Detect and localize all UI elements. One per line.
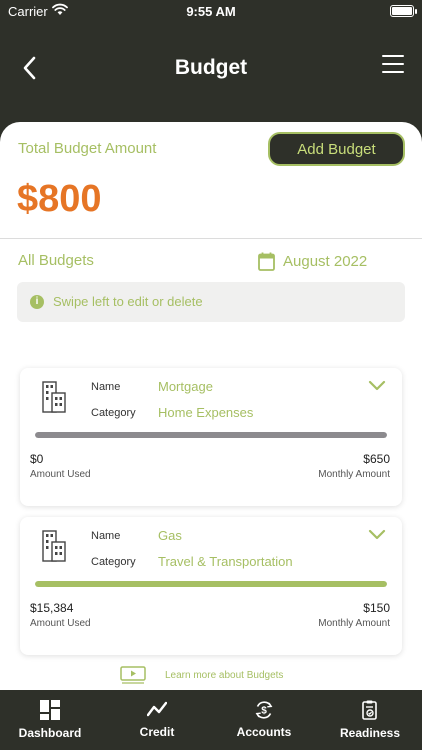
- budget-progress-fill: [35, 432, 387, 438]
- add-budget-button[interactable]: Add Budget: [268, 132, 405, 166]
- info-icon: i: [30, 295, 44, 309]
- divider: [0, 238, 422, 239]
- budget-category: Home Expenses: [158, 405, 254, 420]
- chevron-down-icon[interactable]: [368, 380, 386, 392]
- amount-used-label: Amount Used: [30, 469, 91, 480]
- dashboard-grid-icon: [40, 700, 60, 720]
- monthly-amount-label: Monthly Amount: [318, 618, 390, 629]
- learn-more-link[interactable]: Learn more about Budgets: [120, 666, 283, 684]
- budget-sheet: Total Budget Amount Add Budget $800 All …: [0, 122, 422, 690]
- total-budget-label: Total Budget Amount: [18, 140, 157, 157]
- chevron-down-icon[interactable]: [368, 529, 386, 541]
- swipe-hint-text: Swipe left to edit or delete: [53, 294, 203, 309]
- budget-name: Gas: [158, 528, 182, 543]
- tab-label: Readiness: [339, 726, 401, 740]
- budget-progress-bar: [35, 432, 387, 438]
- name-key: Name: [91, 530, 121, 542]
- battery-icon: [390, 5, 414, 17]
- selected-month: August 2022: [283, 252, 368, 270]
- amount-used-label: Amount Used: [30, 618, 91, 629]
- svg-text:$: $: [261, 706, 267, 717]
- tab-credit[interactable]: Credit: [112, 690, 202, 750]
- bottom-tab-bar: Dashboard Credit $ Accounts Readiness: [0, 690, 422, 750]
- tab-label: Accounts: [236, 725, 292, 739]
- battery-cap: [415, 9, 417, 14]
- budget-progress-bar: [35, 581, 387, 587]
- trend-line-icon: [147, 701, 167, 717]
- monthly-amount-value: $150: [363, 601, 390, 615]
- tab-label: Dashboard: [18, 726, 82, 740]
- tab-accounts[interactable]: $ Accounts: [219, 690, 309, 750]
- swipe-hint: i Swipe left to edit or delete: [17, 282, 405, 322]
- calendar-icon: [258, 252, 275, 271]
- tab-label: Credit: [139, 725, 175, 739]
- monthly-amount-value: $650: [363, 452, 390, 466]
- clock: 9:55 AM: [186, 4, 236, 19]
- status-bar: Carrier 9:55 AM: [0, 0, 422, 24]
- checklist-icon: [362, 700, 377, 720]
- budget-name: Mortgage: [158, 379, 213, 394]
- monthly-amount-label: Monthly Amount: [318, 469, 390, 480]
- dollar-cycle-icon: $: [255, 701, 273, 719]
- nav-bar: Budget: [0, 40, 422, 100]
- tab-dashboard[interactable]: Dashboard: [5, 690, 95, 750]
- name-key: Name: [91, 381, 121, 393]
- building-icon: [42, 381, 66, 413]
- building-icon: [42, 530, 66, 562]
- budget-category: Travel & Transportation: [158, 554, 293, 569]
- hamburger-menu-icon[interactable]: [382, 55, 404, 75]
- amount-used-value: $15,384: [30, 601, 74, 615]
- amount-used-value: $0: [30, 452, 44, 466]
- budget-progress-fill: [35, 581, 387, 587]
- page-title: Budget: [174, 56, 248, 79]
- category-key: Category: [91, 407, 136, 419]
- all-budgets-filter[interactable]: All Budgets: [18, 252, 94, 269]
- learn-more-text: Learn more about Budgets: [165, 669, 284, 681]
- month-picker[interactable]: August 2022: [258, 249, 367, 273]
- category-key: Category: [91, 556, 136, 568]
- video-play-icon: [120, 666, 146, 684]
- budget-card-mortgage[interactable]: Name Mortgage Category Home Expenses $0 …: [20, 368, 402, 506]
- budget-card-gas[interactable]: Name Gas Category Travel & Transportatio…: [20, 517, 402, 655]
- tab-readiness[interactable]: Readiness: [325, 690, 415, 750]
- total-budget-amount: $800: [17, 178, 102, 220]
